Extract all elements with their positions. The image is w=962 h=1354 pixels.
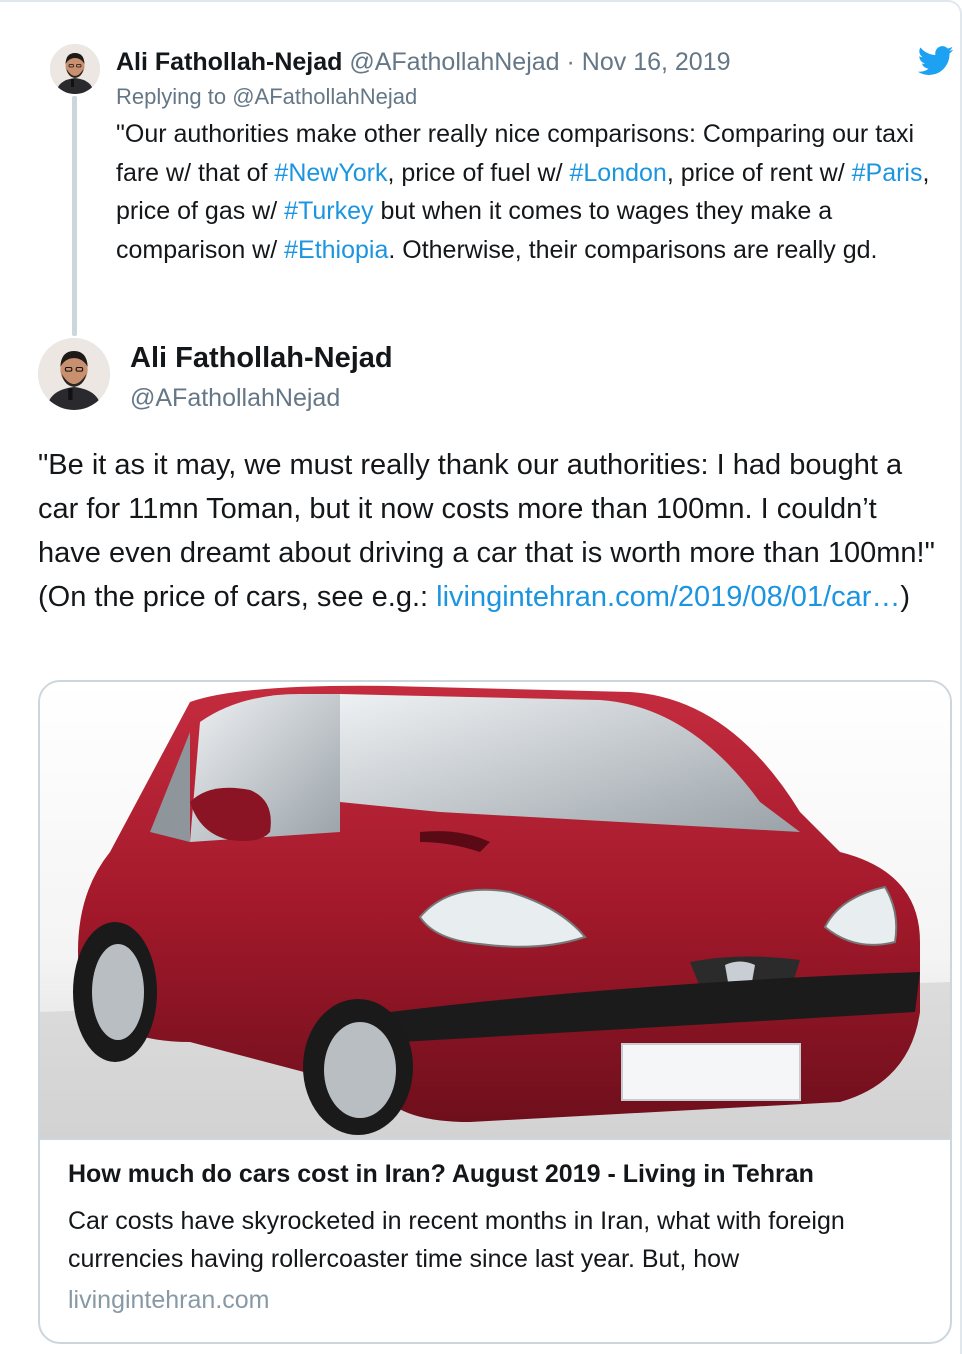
main-tweet-text: "Be it as it may, we must really thank o… xyxy=(38,443,943,619)
quoted-tweet[interactable]: Ali Fathollah-Nejad @AFathollahNejad · N… xyxy=(116,44,956,269)
card-description: Car costs have skyrocketed in recent mon… xyxy=(68,1207,845,1273)
quoted-tweet-text: "Our authorities make other really nice … xyxy=(116,115,956,269)
replying-prefix: Replying to xyxy=(116,84,233,109)
header-separator: · xyxy=(559,48,582,76)
main-author-handle[interactable]: @AFathollahNejad xyxy=(130,380,393,416)
hashtag-ethiopia[interactable]: #Ethiopia xyxy=(284,236,388,264)
article-link[interactable]: livingintehran.com/2019/08/01/car… xyxy=(436,581,900,613)
quoted-author-avatar[interactable] xyxy=(50,44,100,94)
main-author-name[interactable]: Ali Fathollah-Nejad xyxy=(130,340,393,376)
link-preview-card[interactable]: How much do cars cost in Iran? August 20… xyxy=(38,680,952,1344)
twitter-bird-icon[interactable] xyxy=(917,46,954,76)
main-author-avatar[interactable] xyxy=(38,338,110,410)
card-body[interactable]: How much do cars cost in Iran? August 20… xyxy=(68,1156,928,1318)
card-image-red-car[interactable] xyxy=(40,682,950,1138)
card-title[interactable]: How much do cars cost in Iran? August 20… xyxy=(68,1156,928,1192)
card-divider xyxy=(40,1138,950,1140)
main-tweet-header: Ali Fathollah-Nejad @AFathollahNejad xyxy=(130,340,393,416)
quoted-text-part: , price of rent w/ xyxy=(666,158,852,187)
thread-connector-line xyxy=(72,96,77,336)
replying-to-handle[interactable]: @AFathollahNejad xyxy=(232,84,417,109)
hashtag-newyork[interactable]: #NewYork xyxy=(274,159,387,187)
quoted-author-handle[interactable]: @AFathollahNejad xyxy=(349,48,559,76)
quoted-text-part: , price of fuel w/ xyxy=(387,158,570,187)
card-domain[interactable]: livingintehran.com xyxy=(68,1282,928,1318)
quoted-tweet-header: Ali Fathollah-Nejad @AFathollahNejad · N… xyxy=(116,44,956,80)
main-text-closing: ) xyxy=(900,581,911,613)
hashtag-turkey[interactable]: #Turkey xyxy=(284,197,373,225)
quoted-author-name[interactable]: Ali Fathollah-Nejad xyxy=(116,48,342,76)
hashtag-paris[interactable]: #Paris xyxy=(852,159,923,187)
quoted-tweet-date[interactable]: Nov 16, 2019 xyxy=(582,48,731,76)
quoted-text-part: . Otherwise, their comparisons are reall… xyxy=(388,235,878,264)
replying-to-line: Replying to @AFathollahNejad xyxy=(116,80,956,114)
hashtag-london[interactable]: #London xyxy=(569,159,666,187)
